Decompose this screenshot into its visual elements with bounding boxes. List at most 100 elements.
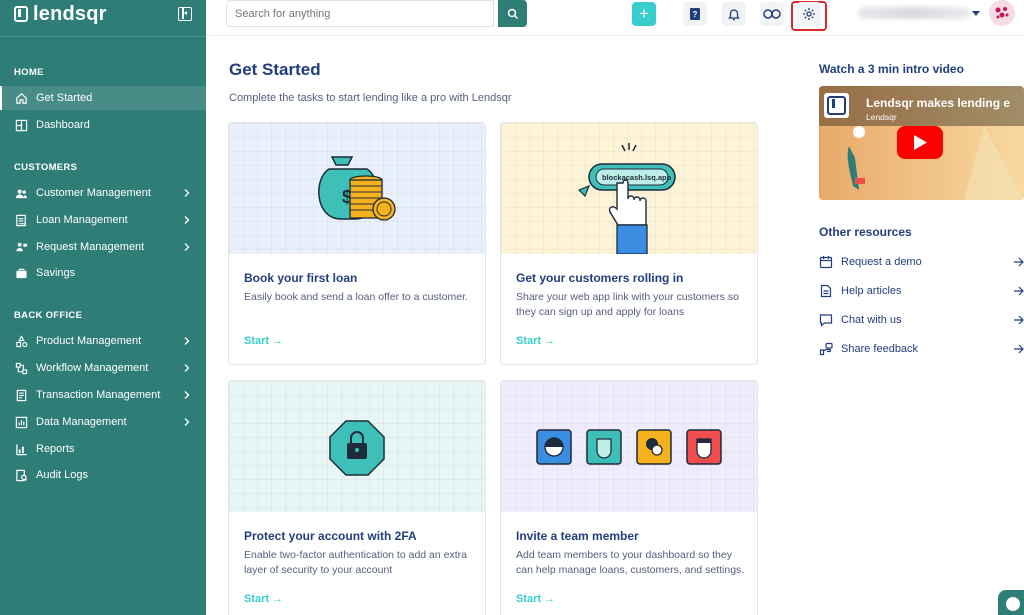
- card-illustration: [501, 381, 757, 512]
- card-customers-rolling[interactable]: blockacash.lsq.app Get your customers ro…: [500, 122, 758, 365]
- card-title: Book your first loan: [244, 271, 358, 285]
- search-icon: [507, 8, 518, 19]
- link-pointer-icon: [577, 143, 676, 254]
- feedback-icon: [819, 342, 833, 356]
- card-start-link[interactable]: Start →: [244, 593, 283, 605]
- resource-feedback[interactable]: Share feedback: [819, 339, 1024, 359]
- avatar-pattern-icon: [995, 7, 1009, 19]
- page-subtitle: Complete the tasks to start lending like…: [229, 92, 512, 104]
- sidebar-item-label: Get Started: [36, 92, 93, 104]
- brand-logo[interactable]: lendsqr: [14, 2, 107, 25]
- arrow-right-icon: [1014, 315, 1024, 325]
- resource-request-demo[interactable]: Request a demo: [819, 252, 1024, 272]
- app-link-text: blockacash.lsq.app: [602, 173, 672, 182]
- sidebar-item-workflow-management[interactable]: Workflow Management: [0, 356, 206, 380]
- user-name[interactable]: [858, 7, 970, 19]
- card-book-loan[interactable]: $ Book your first loan Easily book and s…: [228, 122, 486, 365]
- chevron-right-icon: [184, 243, 190, 251]
- sidebar-item-label: Workflow Management: [36, 362, 149, 374]
- top-bar: + ?: [206, 0, 1024, 36]
- card-title: Protect your account with 2FA: [244, 529, 417, 543]
- sidebar-item-label: Savings: [36, 267, 76, 279]
- search-button[interactable]: [498, 0, 527, 27]
- lock-shield-icon: [329, 420, 385, 476]
- chat-bubble-icon: [1006, 597, 1020, 611]
- sidebar-item-transaction-management[interactable]: Transaction Management: [0, 383, 206, 407]
- video-title: Lendsqr makes lending e: [866, 96, 1011, 110]
- card-illustration: $: [229, 123, 485, 254]
- sidebar-item-dashboard[interactable]: Dashboard: [0, 113, 206, 137]
- card-protect-2fa[interactable]: Protect your account with 2FA Enable two…: [228, 380, 486, 615]
- card-description: Easily book and send a loan offer to a c…: [244, 291, 468, 303]
- sidebar-item-audit-logs[interactable]: Audit Logs: [0, 463, 206, 487]
- resource-label: Share feedback: [841, 343, 919, 355]
- sidebar-item-reports[interactable]: Reports: [0, 437, 206, 461]
- section-title-back-office: BACK OFFICE: [14, 310, 83, 321]
- chevron-right-icon: [184, 364, 190, 372]
- intro-video[interactable]: Lendsqr makes lending e Lendsqr: [819, 86, 1024, 200]
- resource-label: Help articles: [841, 285, 902, 297]
- card-illustration: [229, 381, 485, 512]
- arrow-right-icon: [1014, 344, 1024, 354]
- notifications-button[interactable]: [722, 2, 746, 26]
- resource-help-articles[interactable]: Help articles: [819, 281, 1024, 301]
- savings-icon: [14, 266, 28, 280]
- card-start-link[interactable]: Start →: [516, 593, 555, 605]
- sidebar-item-label: Loan Management: [36, 214, 128, 226]
- product-icon: [14, 334, 28, 348]
- home-icon: [14, 91, 28, 105]
- card-invite-team[interactable]: Invite a team member Add team members to…: [500, 380, 758, 615]
- request-icon: [14, 240, 28, 254]
- card-description: Add team members to your dashboard so th…: [516, 549, 745, 576]
- help-button[interactable]: ?: [683, 2, 707, 26]
- link-icon: [763, 9, 781, 19]
- gear-icon: [803, 8, 815, 20]
- chevron-right-icon: [184, 216, 190, 224]
- sidebar-item-customer-management[interactable]: Customer Management: [0, 181, 206, 205]
- resource-chat[interactable]: Chat with us: [819, 310, 1024, 330]
- sidebar-item-label: Audit Logs: [36, 469, 88, 481]
- chat-widget-button[interactable]: [998, 590, 1024, 615]
- sidebar-item-get-started[interactable]: Get Started: [0, 86, 206, 110]
- sidebar-item-label: Customer Management: [36, 187, 151, 199]
- brand-name: lendsqr: [33, 2, 107, 25]
- svg-text:?: ?: [693, 10, 698, 19]
- collapse-sidebar-icon[interactable]: [178, 7, 192, 21]
- plus-icon: +: [639, 4, 649, 23]
- money-bag-coins-icon: $: [318, 156, 396, 221]
- workflow-icon: [14, 361, 28, 375]
- sidebar-item-request-management[interactable]: Request Management: [0, 235, 206, 259]
- chevron-right-icon: [184, 189, 190, 197]
- chat-icon: [819, 313, 833, 327]
- sidebar-item-data-management[interactable]: Data Management: [0, 410, 206, 434]
- avatar[interactable]: [989, 0, 1015, 26]
- caret-down-icon[interactable]: [972, 11, 980, 16]
- card-start-link[interactable]: Start →: [244, 335, 283, 347]
- resource-label: Request a demo: [841, 256, 922, 268]
- calendar-icon: [819, 255, 833, 269]
- sidebar-item-label: Reports: [36, 443, 75, 455]
- help-book-icon: ?: [690, 8, 700, 20]
- loan-icon: [14, 213, 28, 227]
- search-input[interactable]: [226, 0, 494, 27]
- chevron-right-icon: [184, 337, 190, 345]
- video-channel: Lendsqr: [866, 112, 897, 122]
- add-button[interactable]: +: [632, 2, 656, 26]
- audit-icon: [14, 468, 28, 482]
- card-start-link[interactable]: Start →: [516, 335, 555, 347]
- sidebar-item-product-management[interactable]: Product Management: [0, 329, 206, 353]
- link-button[interactable]: [760, 2, 784, 26]
- sidebar-item-loan-management[interactable]: Loan Management: [0, 208, 206, 232]
- sidebar-item-savings[interactable]: Savings: [0, 261, 206, 285]
- sidebar-item-label: Data Management: [36, 416, 127, 428]
- reports-icon: [14, 442, 28, 456]
- card-title: Get your customers rolling in: [516, 271, 684, 285]
- card-description: Share your web app link with your custom…: [516, 291, 739, 318]
- section-title-customers: CUSTOMERS: [14, 162, 78, 173]
- arrow-right-icon: [1014, 257, 1024, 267]
- dashboard-icon: [14, 118, 28, 132]
- sidebar-item-label: Request Management: [36, 241, 145, 253]
- settings-button[interactable]: [797, 2, 821, 26]
- sidebar-item-label: Dashboard: [36, 119, 90, 131]
- transaction-icon: [14, 388, 28, 402]
